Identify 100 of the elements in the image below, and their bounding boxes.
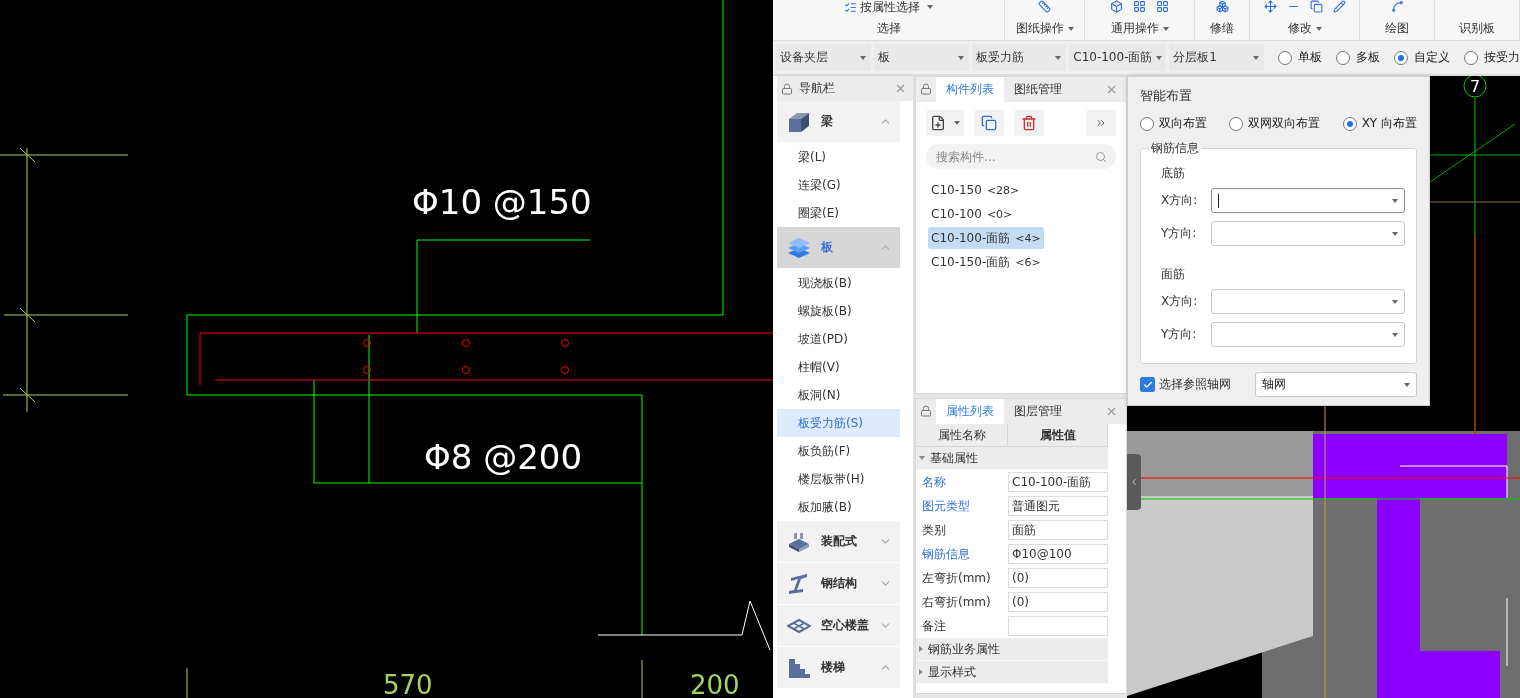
property-name: 钢筋信息 <box>921 545 971 563</box>
property-value-field[interactable]: (0) <box>1008 568 1108 588</box>
property-name: 右弯折(mm) <box>921 593 992 611</box>
search-icon <box>1095 151 1107 163</box>
copy-icon[interactable] <box>1309 0 1323 13</box>
radio-option[interactable]: 按受力 <box>1464 49 1520 66</box>
radio-option[interactable]: 自定义 <box>1394 49 1450 66</box>
dialog-title: 智能布置 <box>1140 87 1193 105</box>
property-value-field[interactable]: C10-100-面筋 <box>1008 472 1108 492</box>
component-item[interactable]: C10-100-面筋 <4> <box>928 227 1044 249</box>
panel-title: 导航栏 <box>799 80 836 97</box>
dropdown-select[interactable]: 板 <box>873 44 969 71</box>
nav-section-header[interactable]: 空心楼盖 <box>777 605 900 647</box>
nav-section-header[interactable]: 楼梯 <box>777 647 900 689</box>
lock-icon[interactable] <box>920 83 932 95</box>
chevron-left-icon <box>1129 477 1139 487</box>
nav-item[interactable]: 板受力筋(S) <box>777 409 900 437</box>
property-value-field[interactable] <box>1008 616 1108 636</box>
property-group-header[interactable]: 钢筋业务属性 <box>916 638 1108 661</box>
box-icon[interactable] <box>1110 0 1123 13</box>
section-label: 底筋 <box>1161 165 1186 182</box>
axis-label: 7 <box>1469 77 1481 96</box>
panel-tab[interactable]: 构件列表 <box>936 77 1004 102</box>
panel-tab[interactable]: 属性列表 <box>936 399 1004 424</box>
search-field[interactable]: 搜索构件... <box>926 144 1116 169</box>
radio-option[interactable]: XY 向布置 <box>1342 115 1417 132</box>
nav-section-header[interactable]: 装配式 <box>777 521 900 563</box>
column-header: 属性名称 <box>916 424 1008 447</box>
property-name: 类别 <box>921 521 947 539</box>
combo-field[interactable]: 轴网 <box>1255 372 1417 397</box>
close-icon[interactable] <box>894 82 907 95</box>
property-group-label: 显示样式 <box>928 663 976 681</box>
close-icon[interactable] <box>1105 405 1118 418</box>
field-label: X方向: <box>1161 192 1199 209</box>
property-group-label: 基础属性 <box>930 449 978 467</box>
ruler-icon[interactable] <box>1038 0 1051 13</box>
boxes-icon[interactable] <box>1215 0 1229 13</box>
combo-field[interactable] <box>1211 322 1405 347</box>
lock-icon[interactable] <box>920 405 932 417</box>
delete-button[interactable] <box>1014 110 1044 136</box>
property-name: 名称 <box>921 473 947 491</box>
ribbon-group-label: 选择 <box>876 20 901 37</box>
checkbox-option[interactable]: 选择参照轴网 <box>1140 376 1231 393</box>
combo-field[interactable] <box>1211 289 1405 314</box>
caret-icon <box>1392 299 1398 304</box>
ribbon-group-label: 修改 <box>1287 20 1322 37</box>
group-title: 钢筋信息 <box>1150 140 1200 157</box>
property-value-field[interactable]: Φ10@100 <box>1008 544 1108 564</box>
dropdown-select[interactable]: C10-100-面筋 <box>1069 44 1167 71</box>
property-group-header[interactable]: 基础属性 <box>916 447 1108 470</box>
component-item[interactable]: C10-150-面筋 <6> <box>928 251 1044 273</box>
dropdown-select[interactable]: 分层板1 <box>1169 44 1264 71</box>
column-header: 属性值 <box>1008 424 1108 447</box>
component-item[interactable]: C10-100 <0> <box>928 203 1016 225</box>
slab-stack-icon <box>787 530 811 553</box>
nav-section-header[interactable]: 梁 <box>777 101 900 143</box>
caret-icon <box>1392 231 1398 236</box>
lock-icon[interactable] <box>781 82 793 95</box>
property-value-field[interactable]: (0) <box>1008 592 1108 612</box>
beam-icon <box>787 110 811 133</box>
property-value-field[interactable]: 普通图元 <box>1008 496 1108 516</box>
combo-field[interactable] <box>1211 188 1405 213</box>
ribbon-group-label: 识别板 <box>1459 20 1495 37</box>
dropdown-select[interactable]: 设备夹层 <box>776 44 871 71</box>
ribbon-tool[interactable]: 按属性选择 <box>844 0 933 14</box>
radio-option[interactable]: 多板 <box>1336 49 1380 66</box>
pencil-icon[interactable] <box>1332 0 1346 13</box>
panel-tab[interactable]: 图层管理 <box>1004 399 1072 424</box>
copy-button[interactable] <box>974 110 1004 136</box>
section-label: 面筋 <box>1161 266 1186 283</box>
grid-icon[interactable] <box>1156 0 1169 13</box>
caret-icon <box>1404 382 1410 387</box>
combo-field[interactable] <box>1211 221 1405 246</box>
component-item[interactable]: C10-150 <28> <box>928 179 1023 201</box>
dimension-text: 200 <box>690 670 740 698</box>
field-label: Y方向: <box>1161 326 1198 343</box>
close-icon[interactable] <box>1105 83 1118 96</box>
curve-icon[interactable] <box>1390 0 1404 13</box>
property-name: 左弯折(mm) <box>921 569 992 587</box>
move-icon[interactable] <box>1263 0 1277 13</box>
new-component-button[interactable] <box>926 110 964 136</box>
dropdown-select[interactable]: 板受力筋 <box>971 44 1067 71</box>
stairs-icon <box>787 656 811 679</box>
radio-option[interactable]: 单板 <box>1278 49 1322 66</box>
property-group-label: 钢筋业务属性 <box>928 640 1000 658</box>
property-group-header[interactable]: 显示样式 <box>916 661 1108 684</box>
radio-option[interactable]: 双向布置 <box>1140 115 1207 132</box>
collapse-handle[interactable] <box>1127 454 1141 510</box>
panel-tab[interactable]: 图纸管理 <box>1004 77 1072 102</box>
list-check-icon <box>844 0 857 14</box>
caret-icon <box>1392 332 1398 337</box>
dimension-text: 570 <box>383 670 433 698</box>
axis-bubble <box>1463 76 1487 98</box>
radio-option[interactable]: 双网双向布置 <box>1229 115 1321 132</box>
caret-icon <box>1392 198 1398 203</box>
property-value-field[interactable]: 面筋 <box>1008 520 1108 540</box>
grid-icon[interactable] <box>1133 0 1146 13</box>
slab-layers-icon <box>787 236 811 259</box>
ribbon-group-label: 图纸操作 <box>1015 20 1074 37</box>
nav-section-header[interactable]: 钢结构 <box>777 563 900 605</box>
